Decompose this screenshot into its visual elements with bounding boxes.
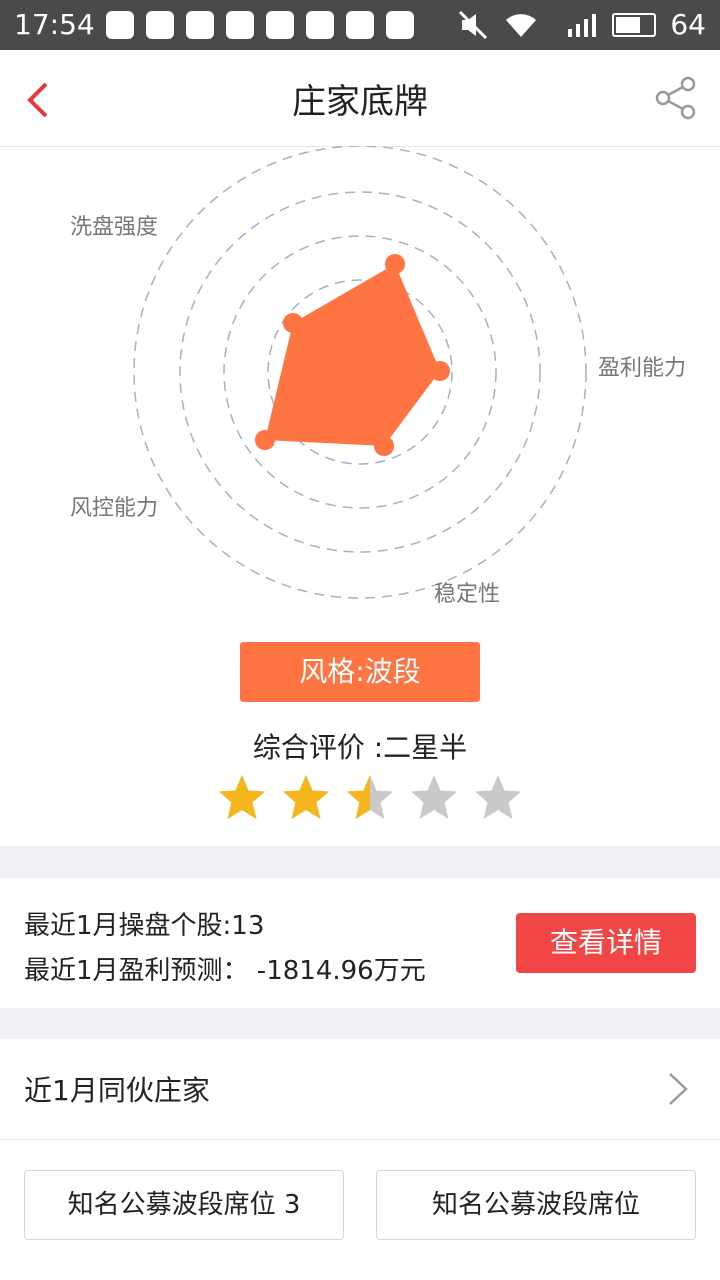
- radar-shape: [265, 264, 440, 446]
- star-icon: [219, 775, 265, 819]
- notification-icon: [386, 11, 414, 39]
- notification-icon: [346, 11, 374, 39]
- radar-point: [283, 313, 303, 333]
- radar-point: [374, 436, 394, 456]
- chevron-right-icon: [669, 1073, 688, 1105]
- partners-row[interactable]: 近1月同伙庄家: [0, 1039, 720, 1140]
- signal-icon: [568, 13, 597, 37]
- stat-stocks-count: 最近1月操盘个股:13: [24, 911, 265, 941]
- page-title: 庄家底牌: [292, 82, 428, 122]
- overall-rating-text: 综合评价 :二星半: [252, 731, 468, 764]
- app-header: 庄家底牌: [0, 50, 720, 147]
- status-bar: 17:54 64: [0, 0, 720, 50]
- stat-profit-forecast: 最近1月盈利预测： -1814.96万元: [24, 956, 426, 986]
- battery-level: 64: [670, 8, 706, 41]
- battery-icon: [612, 12, 657, 37]
- notification-icon: [106, 11, 134, 39]
- notification-icon: [186, 11, 214, 39]
- notification-icon: [306, 11, 334, 39]
- radar-point: [430, 361, 450, 381]
- radar-label-wash: 洗盘强度: [70, 215, 159, 240]
- view-details-button[interactable]: 查看详情: [516, 913, 696, 973]
- partner-chip[interactable]: 知名公募波段席位: [376, 1170, 696, 1240]
- share-icon[interactable]: [654, 76, 698, 120]
- radar-label-profit: 盈利能力: [598, 356, 687, 381]
- style-badge: 风格:波段: [240, 642, 480, 702]
- notification-icon: [266, 11, 294, 39]
- mute-icon: [459, 10, 488, 39]
- notification-icons: [106, 11, 414, 39]
- partners-label: 近1月同伙庄家: [24, 1074, 210, 1107]
- partner-chip[interactable]: 知名公募波段席位 3: [24, 1170, 344, 1240]
- radar-label-risk: 风控能力: [70, 496, 159, 521]
- wifi-icon: [506, 13, 537, 37]
- star-icon: [411, 775, 457, 819]
- radar-point: [255, 430, 275, 450]
- status-time: 17:54: [14, 8, 95, 41]
- radar-chart: 洗盘强度 盈利能力 稳定性 风控能力: [0, 145, 720, 626]
- radar-label-stability: 稳定性: [434, 582, 501, 607]
- rating-stars: [216, 772, 524, 824]
- notification-icon: [226, 11, 254, 39]
- star-icon: [347, 775, 393, 819]
- radar-point: [385, 254, 405, 274]
- section-divider: [0, 846, 720, 878]
- star-icon: [283, 775, 329, 819]
- notification-icon: [146, 11, 174, 39]
- section-divider: [0, 1008, 720, 1039]
- star-icon: [475, 775, 521, 819]
